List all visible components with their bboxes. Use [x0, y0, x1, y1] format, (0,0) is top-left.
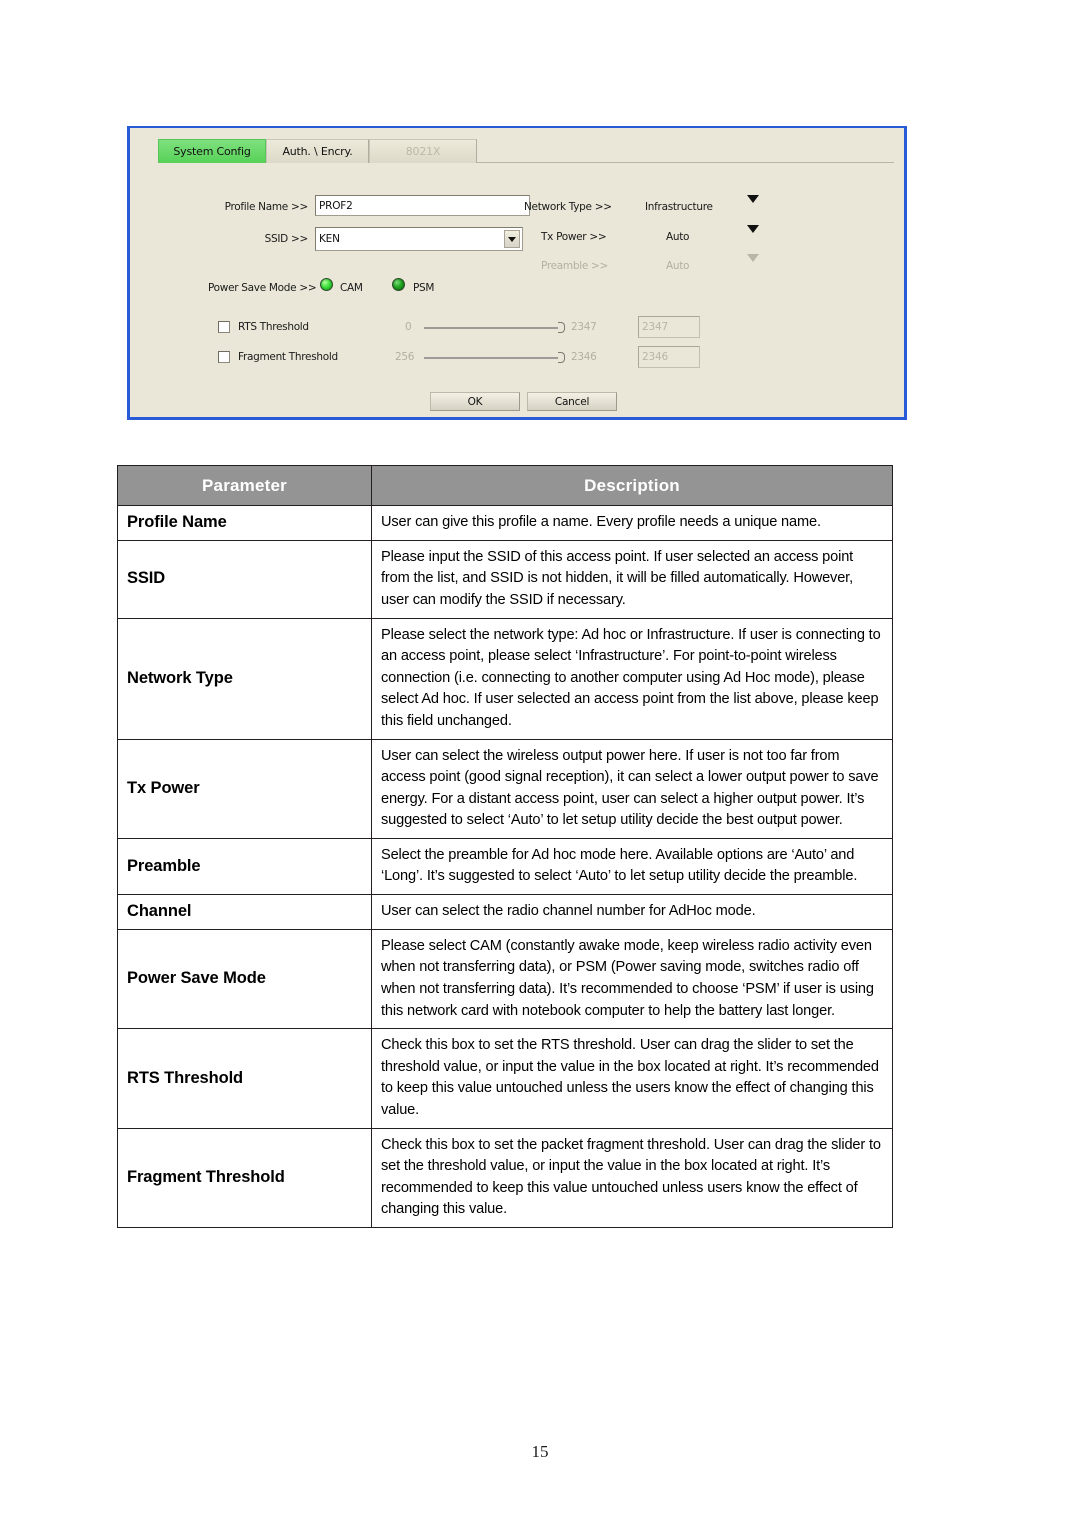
parameter-name: Channel — [117, 894, 372, 930]
fragment-threshold-min: 256 — [395, 351, 415, 363]
rts-threshold-label: RTS Threshold — [238, 321, 309, 333]
preamble-label: Preamble >> — [541, 260, 609, 272]
power-save-cam-radio[interactable] — [320, 278, 333, 291]
preamble-dropdown-button[interactable] — [747, 254, 759, 280]
fragment-threshold-slider-track[interactable] — [424, 357, 562, 359]
network-type-value: Infrastructure — [645, 201, 713, 213]
fragment-threshold-slider-thumb[interactable] — [558, 352, 565, 363]
fragment-threshold-label: Fragment Threshold — [238, 351, 338, 363]
rts-threshold-slider-track[interactable] — [424, 327, 562, 329]
system-config-form: Profile Name >> PROF2 SSID >> KEN Networ… — [130, 168, 904, 417]
ok-button[interactable]: OK — [430, 392, 520, 411]
parameter-description-table: Parameter Description Profile Name User … — [117, 465, 893, 1228]
tab-system-config-label: System Config — [173, 145, 251, 158]
table-row: Tx Power User can select the wireless ou… — [117, 738, 893, 839]
table-row: SSID Please input the SSID of this acces… — [117, 539, 893, 619]
parameter-name: Power Save Mode — [117, 928, 372, 1030]
power-save-mode-label: Power Save Mode >> — [208, 282, 317, 294]
parameter-description: Please select the network type: Ad hoc o… — [371, 617, 893, 740]
parameter-description: User can give this profile a name. Every… — [371, 505, 893, 541]
table-row: Preamble Select the preamble for Ad hoc … — [117, 837, 893, 896]
power-save-cam-label: CAM — [340, 282, 363, 294]
fragment-threshold-input[interactable]: 2346 — [638, 346, 700, 368]
rts-threshold-min: 0 — [405, 321, 412, 333]
column-header-parameter: Parameter — [117, 465, 372, 506]
chevron-down-icon — [747, 195, 759, 220]
tx-power-dropdown-button[interactable] — [747, 225, 759, 251]
tab-auth-encry[interactable]: Auth. \ Encry. — [266, 139, 369, 163]
cancel-button[interactable]: Cancel — [527, 392, 617, 411]
ssid-combobox[interactable]: KEN — [315, 227, 523, 251]
parameter-description: Select the preamble for Ad hoc mode here… — [371, 837, 893, 896]
parameter-description: Please input the SSID of this access poi… — [371, 539, 893, 619]
table-row: Profile Name User can give this profile … — [117, 505, 893, 541]
profile-name-value: PROF2 — [319, 199, 353, 212]
chevron-down-icon — [508, 236, 516, 242]
rts-threshold-value: 2347 — [642, 321, 668, 333]
parameter-description: User can select the wireless output powe… — [371, 738, 893, 839]
tab-8021x-label: 8021X — [405, 145, 441, 158]
tx-power-value: Auto — [666, 231, 690, 243]
profile-config-dialog: System Config Auth. \ Encry. 8021X Profi… — [127, 126, 907, 420]
table-row: Channel User can select the radio channe… — [117, 894, 893, 930]
tab-8021x[interactable]: 8021X — [369, 139, 477, 163]
ssid-value: KEN — [319, 233, 340, 245]
table-row: Power Save Mode Please select CAM (const… — [117, 928, 893, 1030]
rts-threshold-slider-thumb[interactable] — [558, 322, 565, 333]
fragment-threshold-max: 2346 — [571, 351, 597, 363]
ssid-dropdown-button[interactable] — [504, 230, 520, 248]
parameter-name: Tx Power — [117, 738, 372, 839]
fragment-threshold-checkbox[interactable] — [218, 351, 230, 363]
table-row: RTS Threshold Check this box to set the … — [117, 1028, 893, 1129]
fragment-threshold-value: 2346 — [642, 351, 668, 363]
parameter-name: Profile Name — [117, 505, 372, 541]
parameter-name: Fragment Threshold — [117, 1127, 372, 1228]
power-save-psm-label: PSM — [413, 282, 435, 294]
dialog-tabbar: System Config Auth. \ Encry. 8021X — [158, 139, 894, 163]
cancel-button-label: Cancel — [554, 395, 590, 408]
column-header-description: Description — [371, 465, 893, 506]
power-save-psm-radio[interactable] — [392, 278, 405, 291]
ok-button-label: OK — [467, 395, 483, 408]
table-row: Fragment Threshold Check this box to set… — [117, 1127, 893, 1228]
profile-config-screenshot: System Config Auth. \ Encry. 8021X Profi… — [127, 126, 907, 420]
parameter-description: User can select the radio channel number… — [371, 894, 893, 930]
parameter-name: RTS Threshold — [117, 1028, 372, 1129]
network-type-dropdown-button[interactable] — [747, 195, 759, 221]
parameter-name: SSID — [117, 539, 372, 619]
tx-power-label: Tx Power >> — [541, 231, 607, 243]
table-row: Network Type Please select the network t… — [117, 617, 893, 740]
chevron-down-icon — [747, 225, 759, 250]
parameter-name: Network Type — [117, 617, 372, 740]
profile-name-input[interactable]: PROF2 — [315, 195, 530, 216]
parameter-name: Preamble — [117, 837, 372, 896]
rts-threshold-input[interactable]: 2347 — [638, 316, 700, 338]
network-type-label: Network Type >> — [524, 201, 612, 213]
preamble-value: Auto — [666, 260, 690, 272]
parameter-description: Check this box to set the RTS threshold.… — [371, 1028, 893, 1129]
rts-threshold-max: 2347 — [571, 321, 597, 333]
parameter-description: Please select CAM (constantly awake mode… — [371, 928, 893, 1030]
ssid-label: SSID >> — [264, 233, 309, 245]
table-header-row: Parameter Description — [117, 465, 893, 506]
profile-name-label: Profile Name >> — [224, 201, 309, 213]
tab-auth-encry-label: Auth. \ Encry. — [282, 145, 353, 158]
chevron-down-icon — [747, 254, 759, 279]
rts-threshold-checkbox[interactable] — [218, 321, 230, 333]
tab-system-config[interactable]: System Config — [158, 139, 266, 163]
parameter-description: Check this box to set the packet fragmen… — [371, 1127, 893, 1228]
page-number: 15 — [531, 1442, 549, 1461]
